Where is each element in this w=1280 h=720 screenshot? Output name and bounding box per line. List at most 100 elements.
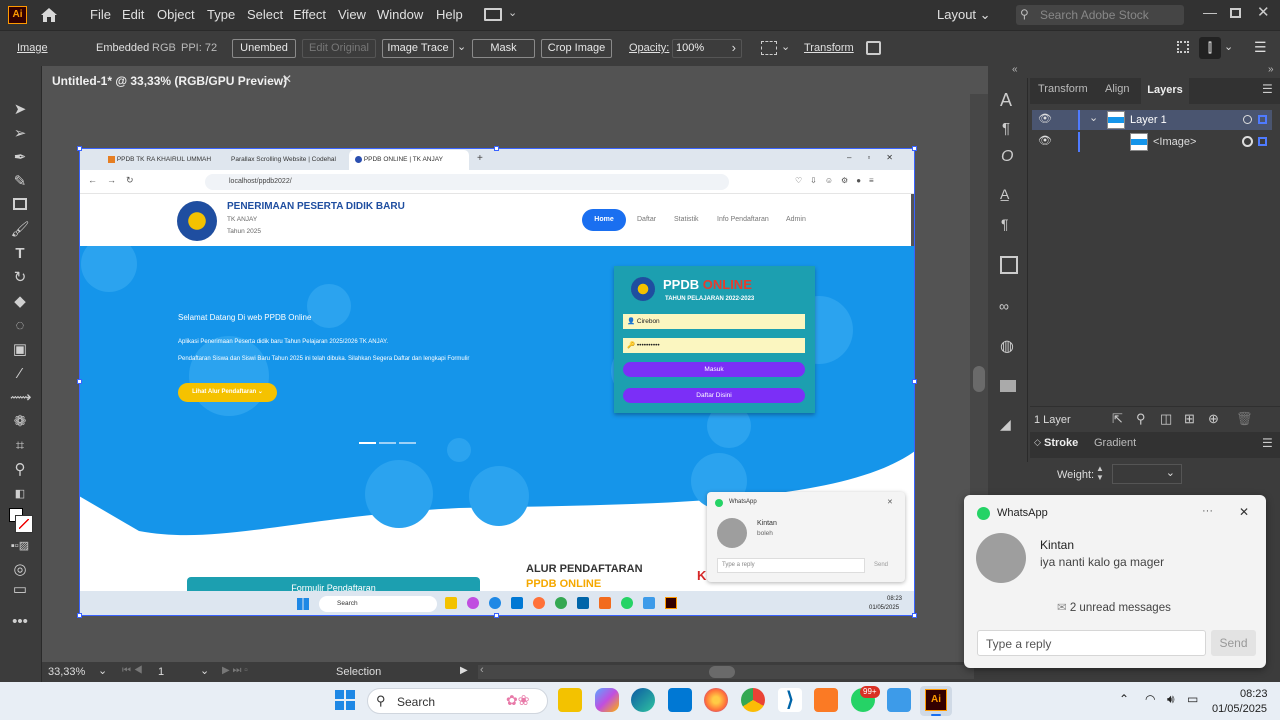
visibility-eye-icon[interactable]: 👁 bbox=[1038, 112, 1052, 125]
new-sublayer-icon[interactable]: ⊞ bbox=[1184, 411, 1195, 427]
stroke-swatch-icon[interactable] bbox=[15, 515, 33, 533]
panel-menu-icon[interactable]: ☰ bbox=[1262, 82, 1273, 96]
artboard-nav-first[interactable]: ⏮ ◀ bbox=[122, 665, 143, 676]
opacity-field[interactable]: 100% › bbox=[672, 39, 742, 58]
image-icon[interactable] bbox=[1000, 380, 1016, 392]
menu-type[interactable]: Type bbox=[207, 7, 235, 22]
menu-help[interactable]: Help bbox=[436, 7, 463, 22]
volume-icon[interactable]: 🔊︎ bbox=[1167, 692, 1175, 707]
artboard-nav-last[interactable]: ▶ ⏭ ▫ bbox=[222, 665, 248, 676]
tab-layers[interactable]: Layers bbox=[1141, 78, 1189, 104]
tab-stroke[interactable]: Stroke bbox=[1044, 437, 1078, 449]
xampp-icon[interactable] bbox=[814, 688, 838, 712]
notepad-icon[interactable] bbox=[887, 688, 911, 712]
notif-send-button[interactable]: Send bbox=[1211, 630, 1256, 656]
resize-handle[interactable] bbox=[912, 613, 917, 618]
character-icon[interactable]: A bbox=[1000, 90, 1012, 111]
zoom-tool-icon[interactable]: ⚲ bbox=[10, 460, 30, 480]
paragraph-icon[interactable]: ¶ bbox=[1002, 120, 1010, 137]
resize-handle[interactable] bbox=[494, 146, 499, 151]
edge-icon[interactable] bbox=[631, 688, 655, 712]
artboard-tool-icon[interactable]: ⌗ bbox=[10, 436, 30, 456]
chevron-down-icon[interactable]: ⌄ bbox=[508, 6, 517, 19]
close-icon[interactable]: ✕ bbox=[1239, 505, 1249, 519]
chevron-down-icon[interactable]: ⌄ bbox=[1224, 40, 1233, 53]
rectangle-tool-icon[interactable] bbox=[10, 196, 30, 216]
opacity-label[interactable]: Opacity: bbox=[629, 42, 669, 54]
selection-tool-icon[interactable]: ➤ bbox=[10, 100, 30, 120]
isolate-icon[interactable] bbox=[866, 41, 881, 55]
firefox-icon[interactable] bbox=[704, 688, 728, 712]
opentype-icon[interactable]: O bbox=[1001, 148, 1013, 166]
minimize-button[interactable]: — bbox=[1203, 4, 1217, 20]
export-icon[interactable] bbox=[1000, 256, 1018, 274]
chevron-down-icon[interactable]: ⌄ bbox=[457, 40, 466, 53]
mask-button[interactable]: Mask bbox=[472, 39, 535, 58]
transform-link[interactable]: Transform bbox=[804, 42, 854, 54]
default-colors-icon[interactable]: ◧ bbox=[10, 484, 30, 504]
menu-effect[interactable]: Effect bbox=[293, 7, 326, 22]
tab-align[interactable]: Align bbox=[1105, 83, 1129, 95]
resize-handle[interactable] bbox=[77, 146, 82, 151]
paintbrush-tool-icon[interactable]: 🖌 bbox=[10, 220, 30, 240]
wifi-icon[interactable]: ◠ bbox=[1145, 692, 1155, 706]
layer-row[interactable]: 👁 ⌄ Layer 1 bbox=[1032, 110, 1272, 130]
copilot-icon[interactable] bbox=[595, 688, 619, 712]
taskbar-time[interactable]: 08:23 bbox=[1240, 688, 1268, 700]
type-tool-icon[interactable]: T bbox=[10, 244, 30, 264]
whatsapp-notification[interactable]: WhatsApp ··· ✕ Kintan iya nanti kalo ga … bbox=[964, 495, 1266, 668]
eraser-tool-icon[interactable]: ◆ bbox=[10, 292, 30, 312]
taskbar-date[interactable]: 01/05/2025 bbox=[1212, 703, 1267, 715]
chrome-icon[interactable] bbox=[741, 688, 765, 712]
tray-chevron-icon[interactable]: ⌃ bbox=[1119, 692, 1129, 706]
close-button[interactable]: ✕ bbox=[1257, 3, 1270, 21]
blend-tool-icon[interactable]: ⟿ bbox=[10, 388, 32, 408]
layers-stack-icon[interactable]: ◢ bbox=[1000, 416, 1011, 433]
tab-gradient[interactable]: Gradient bbox=[1094, 437, 1136, 449]
search-icon[interactable]: ⚲ bbox=[1136, 411, 1146, 427]
maximize-button[interactable] bbox=[1230, 8, 1241, 18]
illustrator-taskbar-active[interactable]: Ai bbox=[920, 686, 952, 716]
more-tools-icon[interactable]: ••• bbox=[10, 612, 30, 632]
selected-square-icon[interactable] bbox=[1258, 115, 1267, 124]
lasso-tool-icon[interactable]: ◌ bbox=[10, 316, 30, 336]
image-trace-button[interactable]: Image Trace bbox=[382, 39, 454, 58]
scroll-left-icon[interactable]: ‹ bbox=[480, 664, 484, 676]
curvature-tool-icon[interactable]: ✎ bbox=[10, 172, 30, 192]
selected-square-icon[interactable] bbox=[1258, 137, 1267, 146]
weight-field[interactable]: ⌄ bbox=[1112, 464, 1182, 484]
character-styles-icon[interactable]: A̲ bbox=[1000, 186, 1009, 202]
properties-toggle-icon[interactable]: ⫿ bbox=[1199, 37, 1221, 59]
stock-search-input[interactable]: ⚲ Search Adobe Stock bbox=[1016, 5, 1184, 25]
symbol-sprayer-tool-icon[interactable]: ❁ bbox=[10, 412, 30, 432]
sublayer-row[interactable]: 👁 <Image> bbox=[1032, 132, 1272, 152]
collapse-icon[interactable]: « bbox=[1012, 64, 1018, 75]
arrange-icon[interactable] bbox=[1177, 41, 1189, 53]
horizontal-scrollbar[interactable]: ‹ bbox=[478, 664, 974, 679]
battery-icon[interactable]: ▭ bbox=[1187, 692, 1198, 706]
notif-reply-input[interactable]: Type a reply bbox=[977, 630, 1206, 656]
store-icon[interactable] bbox=[668, 688, 692, 712]
clipping-mask-icon[interactable]: ◫ bbox=[1160, 411, 1172, 427]
menu-view[interactable]: View bbox=[338, 7, 366, 22]
object-type-label[interactable]: Image bbox=[17, 42, 48, 54]
menu-file[interactable]: File bbox=[90, 7, 111, 22]
taskbar-search[interactable]: ⚲ Search ✿❀ bbox=[367, 688, 548, 714]
panel-menu-icon[interactable]: ☰ bbox=[1254, 39, 1267, 56]
menu-edit[interactable]: Edit bbox=[122, 7, 144, 22]
gradient-tool-icon[interactable]: ▣ bbox=[10, 340, 30, 360]
close-tab-icon[interactable]: ✕ bbox=[282, 72, 292, 86]
chevron-down-icon[interactable]: ⌄ bbox=[1089, 111, 1098, 124]
target-icon[interactable] bbox=[1243, 115, 1252, 124]
screen-mode-icon[interactable]: ▭ bbox=[10, 580, 30, 600]
crop-image-button[interactable]: Crop Image bbox=[541, 39, 612, 58]
tab-transform[interactable]: Transform bbox=[1038, 83, 1088, 95]
resize-handle[interactable] bbox=[912, 146, 917, 151]
panel-menu-icon[interactable]: ☰ bbox=[1262, 436, 1273, 450]
collapse-icon[interactable]: ◇ bbox=[1034, 437, 1041, 448]
target-icon[interactable] bbox=[1242, 136, 1253, 147]
new-layer-icon[interactable]: ⊕ bbox=[1208, 411, 1219, 427]
chevron-down-icon[interactable]: ⌄ bbox=[200, 664, 209, 677]
windows-start-icon[interactable] bbox=[335, 690, 355, 710]
resize-handle[interactable] bbox=[494, 613, 499, 618]
